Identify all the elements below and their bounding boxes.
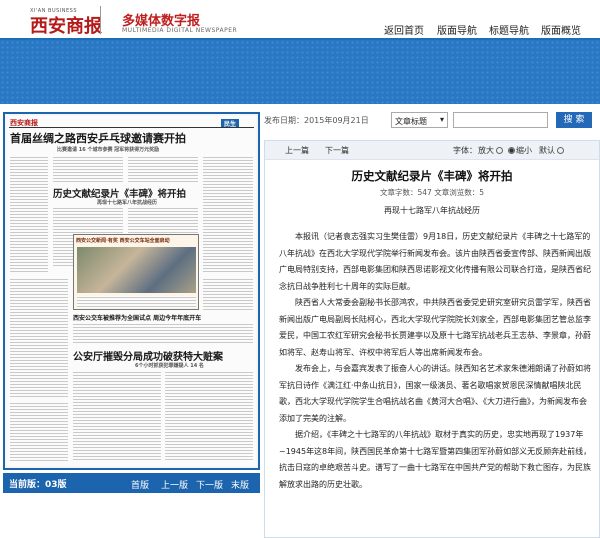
next-page-link[interactable]: 下一版	[196, 478, 223, 491]
top-header: XI'AN BUSINESS 西安商报 多媒体数字报 MULTIMEDIA DI…	[0, 0, 600, 40]
font-option-label: 缩小	[516, 146, 532, 155]
nav-home[interactable]: 返回首页	[384, 22, 424, 37]
logo-divider	[100, 6, 101, 34]
font-option-enlarge[interactable]: 放大	[478, 145, 504, 156]
publish-date: 发布日期：2015年09月21日	[264, 116, 369, 125]
nav-page-navigation[interactable]: 版面导航	[437, 22, 477, 37]
nav-page-overview[interactable]: 版面概览	[541, 22, 581, 37]
text-column	[203, 278, 253, 310]
text-column	[73, 323, 253, 345]
font-option-label: 默认	[539, 146, 555, 155]
paper-headline-3[interactable]: 西安公交车被推荐为全国试点 周边今年年底开车	[73, 313, 201, 322]
search-input[interactable]	[453, 112, 548, 128]
article-meta: 文章字数：547 文章浏览数：5	[380, 188, 484, 197]
text-column	[10, 402, 68, 461]
article-body: 本报讯（记者袁志强实习生樊佳雷）9月18日，历史文献纪录片《丰碑之十七路军的八年…	[279, 229, 592, 493]
newspaper-page-view[interactable]: 西安商报 民生 首届丝绸之路西安乒乓球邀请赛开拍 比赛邀请 16 个城市参赛 冠…	[3, 112, 260, 470]
prev-article-link[interactable]: 上一篇	[285, 145, 309, 156]
next-article-link[interactable]: 下一篇	[325, 145, 349, 156]
text-column	[73, 371, 161, 461]
text-column	[77, 296, 196, 308]
paper-banner: 西安公交新闻·有奖 西安公交车站全面启动	[76, 238, 170, 244]
article-toolbar: 上一篇 下一篇 字体： 放大 缩小 默认	[265, 141, 599, 160]
paper-headline-1[interactable]: 首届丝绸之路西安乒乓球邀请赛开拍	[10, 130, 186, 146]
search-type-select[interactable]: 文章标题 ▾	[391, 112, 448, 128]
prev-page-link[interactable]: 上一版	[161, 478, 188, 491]
article-paragraph: 发布会上，与会嘉宾发表了振奋人心的讲话。陕西知名艺术家朱德湘朗诵了孙蔚如将军抗日…	[279, 364, 591, 423]
text-column	[10, 156, 48, 274]
article-title: 历史文献纪录片《丰碑》将开拍	[351, 169, 513, 183]
article-panel: 上一篇 下一篇 字体： 放大 缩小 默认 历史文献纪录片《丰碑》将开拍 文章字数…	[264, 140, 600, 538]
article-paragraph: 陕西省人大常委会副秘书长邵鸿农，中共陕西省委党史研究室研究员雷学军，陕西省新闻出…	[279, 298, 591, 357]
paper-boxed-story[interactable]: 西安公交新闻·有奖 西安公交车站全面启动	[73, 234, 199, 310]
text-column	[128, 156, 198, 184]
search-row: 发布日期：2015年09月21日 文章标题 ▾ 搜 索	[264, 112, 600, 130]
site-logo[interactable]: 西安商报	[30, 12, 102, 38]
text-column	[10, 278, 68, 398]
paper-photo	[77, 247, 196, 293]
last-page-link[interactable]: 末版	[231, 478, 249, 491]
font-option-shrink[interactable]: 缩小	[508, 145, 532, 156]
paper-sub-1: 比赛邀请 16 个城市参赛 冠军将获得万元奖励	[57, 147, 160, 153]
masthead-rule	[9, 127, 254, 128]
font-option-default[interactable]: 默认	[539, 145, 565, 156]
header-banner	[0, 40, 600, 104]
page-nav-bar: 当前版：03版 首版 上一版 下一版 末版	[3, 473, 260, 493]
search-type-value: 文章标题	[395, 117, 427, 126]
paper-sub-2: 再现十七路军八年抗战经历	[97, 200, 158, 206]
text-column	[53, 156, 123, 184]
text-column	[165, 371, 253, 461]
font-option-label: 放大	[478, 146, 494, 155]
article-subtitle: 再现十七路军八年抗战经历	[384, 206, 480, 215]
text-column	[203, 156, 253, 274]
radio-icon[interactable]	[557, 147, 564, 154]
first-page-link[interactable]: 首版	[131, 478, 149, 491]
font-size-label: 字体：	[453, 146, 477, 155]
paper-headline-4[interactable]: 公安厅摧毁分局成功破获特大赃案	[73, 348, 223, 363]
chevron-down-icon: ▾	[439, 115, 444, 124]
article-paragraph: 据介绍，《丰碑之十七路军的八年抗战》取材于真实的历史，忠实地再现了1937年~1…	[279, 430, 592, 489]
paper-sub-4: 6个小时抓获犯罪嫌疑人 14 名	[135, 363, 204, 369]
site-slogan-english: MULTIMEDIA DIGITAL NEWSPAPER	[122, 27, 238, 34]
article-paragraph: 本报讯（记者袁志强实习生樊佳雷）9月18日，历史文献纪录片《丰碑之十七路军的八年…	[279, 232, 591, 291]
radio-selected-icon[interactable]	[508, 147, 515, 154]
paper-headline-2[interactable]: 历史文献纪录片《丰碑》将开拍	[53, 186, 186, 200]
current-page-label: 当前版：03版	[9, 480, 67, 490]
search-button[interactable]: 搜 索	[556, 112, 592, 128]
radio-icon[interactable]	[496, 147, 503, 154]
nav-title-navigation[interactable]: 标题导航	[489, 22, 529, 37]
